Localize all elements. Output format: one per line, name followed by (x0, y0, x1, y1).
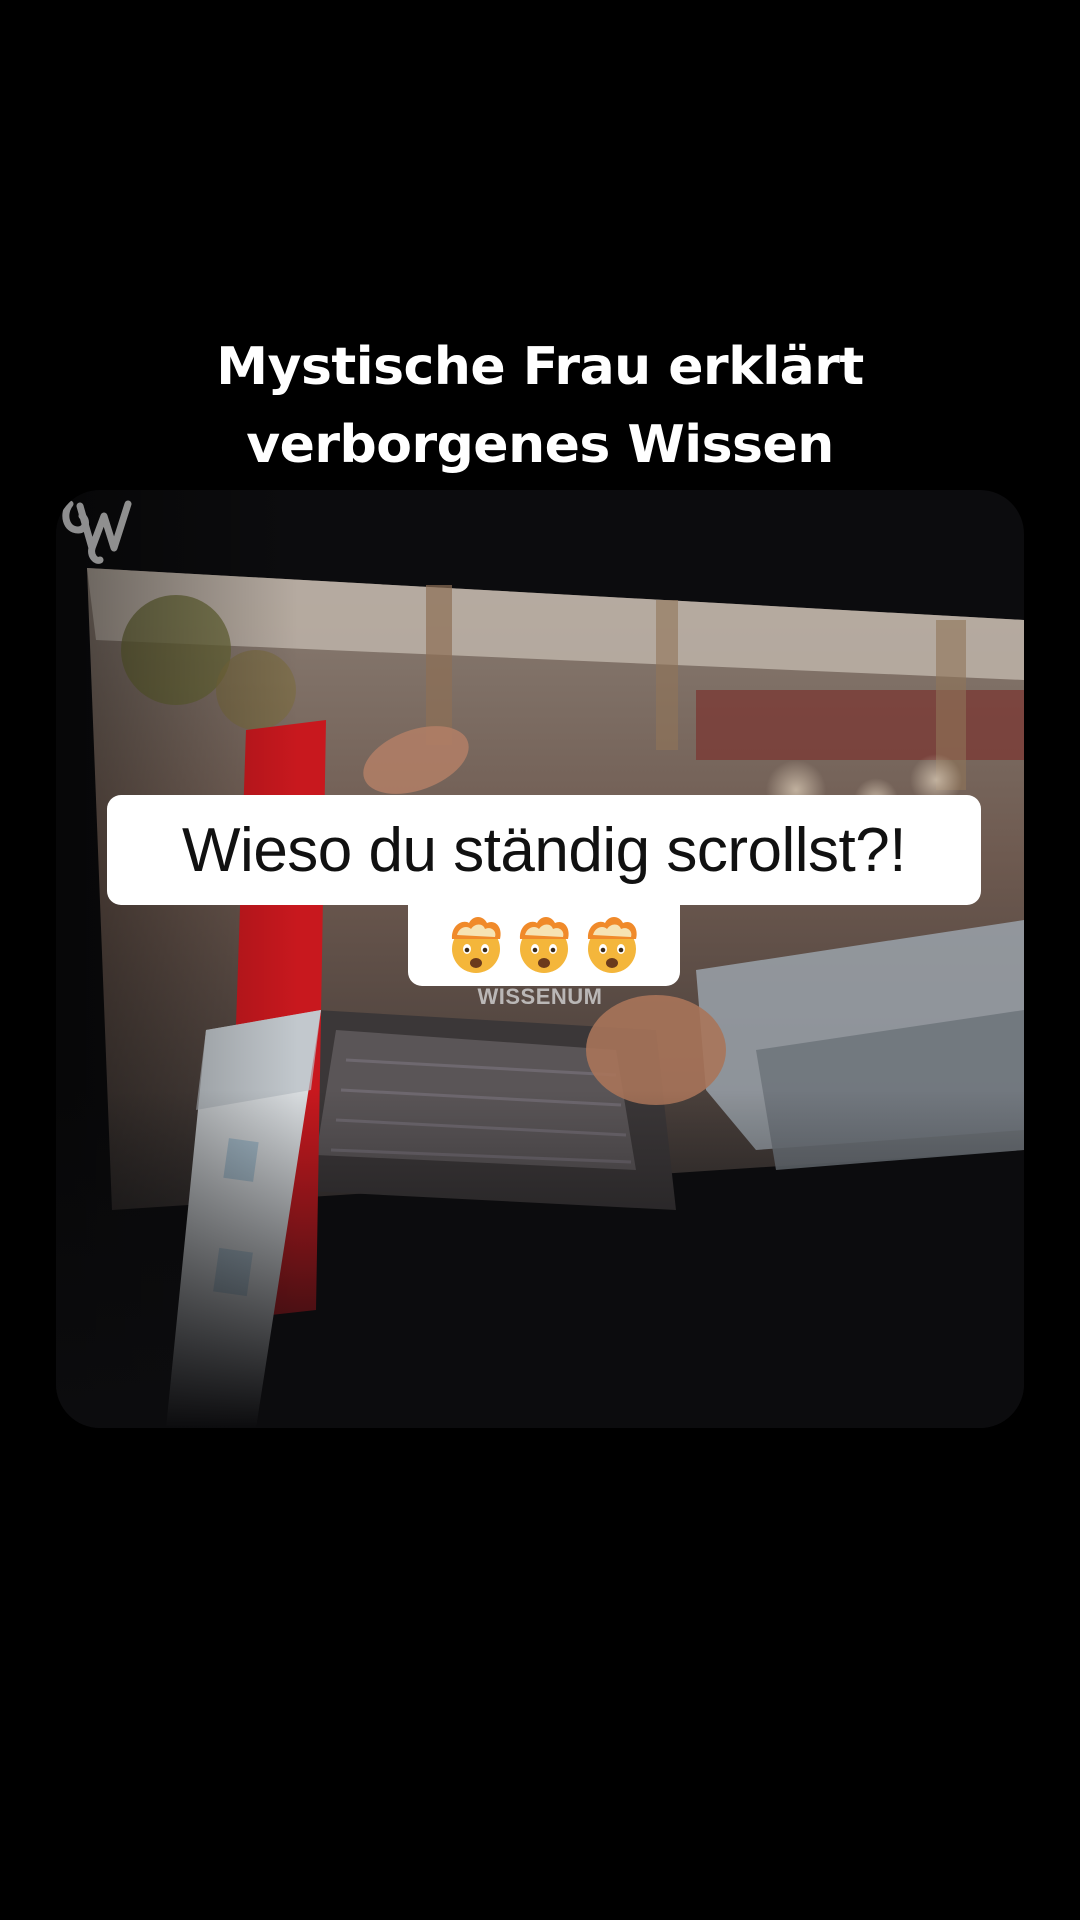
mind-blown-emoji (587, 917, 637, 973)
watermark-text: WISSENUM (477, 984, 603, 1009)
mind-blown-emoji (451, 917, 501, 973)
mind-blown-emoji (519, 917, 569, 973)
headline-line-2: verborgenes Wissen (246, 415, 834, 475)
video-headline: Mystische Frau erklärt verborgenes Wisse… (0, 328, 1080, 484)
headline-line-1: Mystische Frau erklärt (216, 337, 864, 397)
caption-emoji-box (408, 902, 680, 986)
caption-box: Wieso du ständig scrollst?! (107, 795, 981, 905)
caption-text: Wieso du ständig scrollst?! (182, 815, 906, 885)
wissenum-logo-icon (62, 500, 132, 564)
